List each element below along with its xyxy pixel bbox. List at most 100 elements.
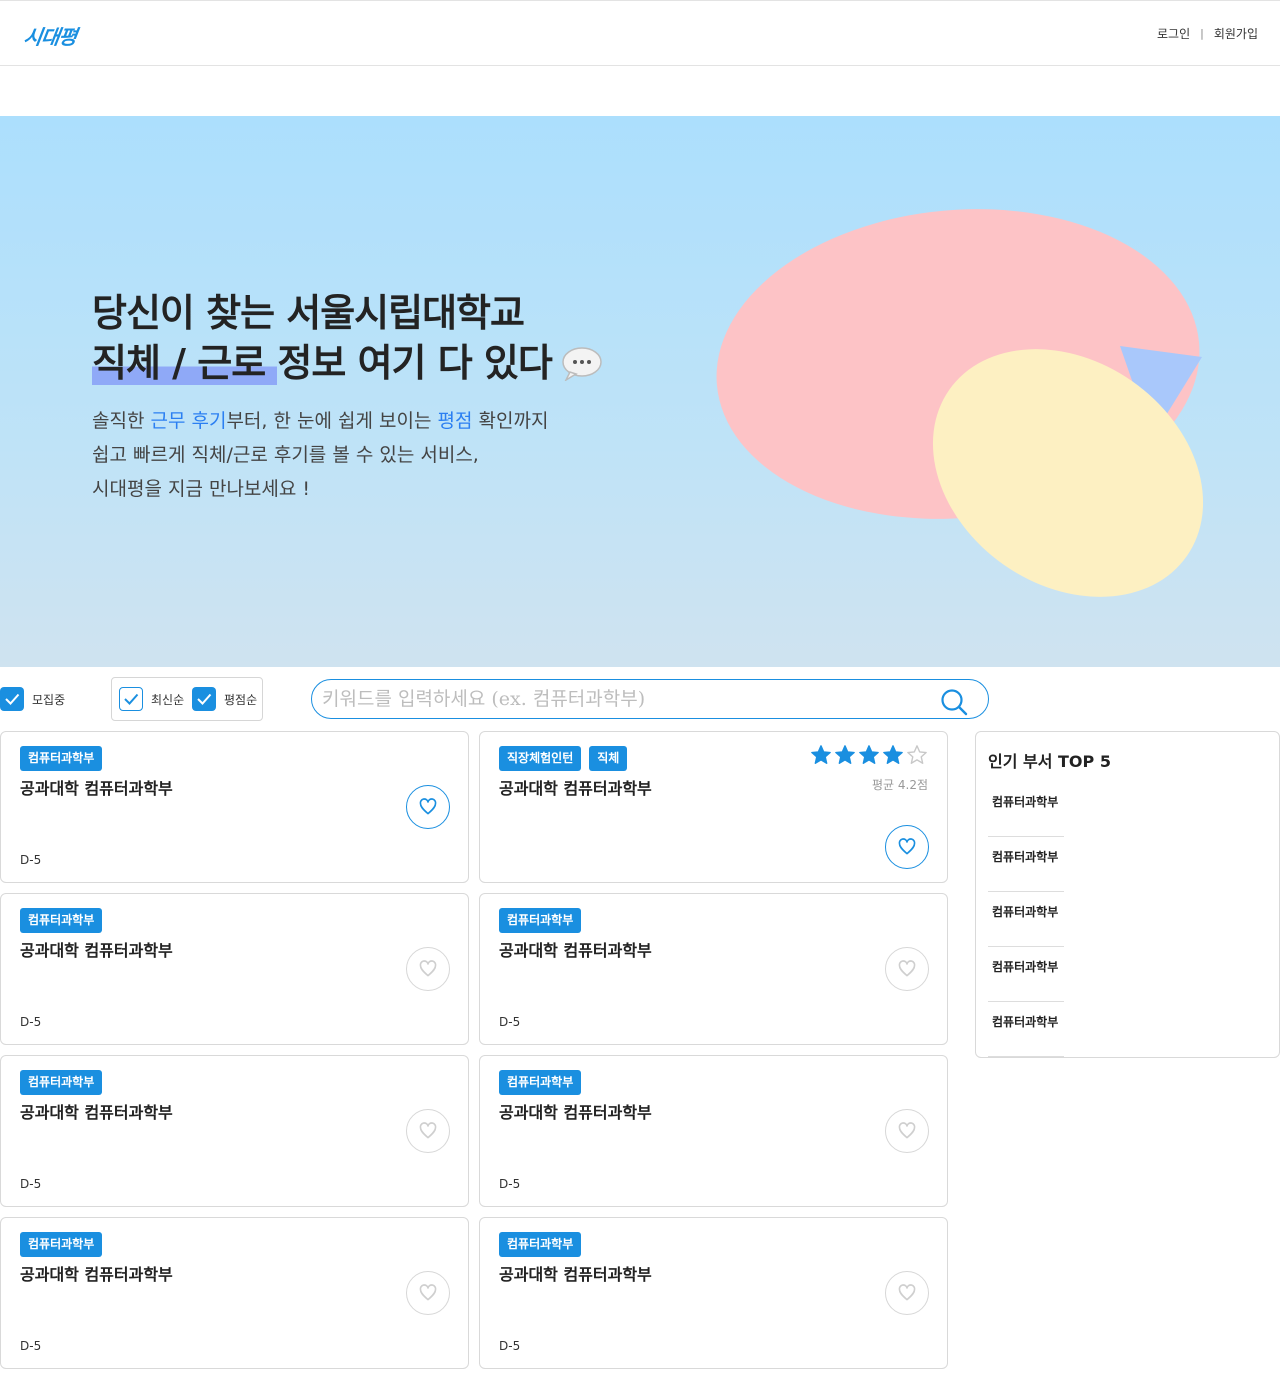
card-title: 공과대학 컴퓨터과학부	[20, 1265, 173, 1284]
like-button[interactable]	[885, 947, 929, 991]
search-bar	[311, 679, 989, 719]
card-dday: D-5	[20, 1015, 42, 1029]
checkbox-checked-icon[interactable]	[192, 687, 216, 711]
card-tags: 컴퓨터과학부	[20, 1232, 103, 1257]
rating-average: 평균 4.2점	[871, 778, 928, 792]
auth-links: 로그인 | 회원가입	[1157, 25, 1258, 42]
card-tag: 컴퓨터과학부	[20, 1232, 103, 1257]
heart-icon	[418, 1283, 438, 1303]
card-tag: 직체	[589, 746, 628, 771]
card-tag: 컴퓨터과학부	[499, 908, 582, 933]
card-title: 공과대학 컴퓨터과학부	[499, 1265, 652, 1284]
checkbox-checked-icon[interactable]	[119, 687, 143, 711]
signup-link[interactable]: 회원가입	[1214, 25, 1258, 42]
heart-icon	[418, 1121, 438, 1141]
like-button[interactable]	[406, 1271, 450, 1315]
heart-icon	[897, 1283, 917, 1303]
sort-latest[interactable]: 최신순	[119, 687, 184, 711]
card-tags: 컴퓨터과학부	[20, 908, 103, 933]
filter-recruiting-label: 모집중	[32, 692, 66, 707]
like-button[interactable]	[885, 1109, 929, 1153]
card-tags: 컴퓨터과학부	[499, 1070, 582, 1095]
popular-item[interactable]: 컴퓨터과학부	[988, 1002, 1064, 1057]
star-filled-icon	[834, 744, 856, 770]
card-dday: D-5	[499, 1339, 521, 1353]
card-tags: 컴퓨터과학부	[499, 908, 582, 933]
job-card[interactable]: 컴퓨터과학부공과대학 컴퓨터과학부 D-5	[479, 893, 948, 1045]
hero-title-line2: 직체 / 근로 정보 여기 다 있다	[92, 338, 602, 388]
like-button[interactable]	[406, 947, 450, 991]
sort-rating[interactable]: 평점순	[192, 687, 257, 711]
card-tags: 컴퓨터과학부	[499, 1232, 582, 1257]
popular-item[interactable]: 컴퓨터과학부	[988, 782, 1064, 837]
logo[interactable]: 시대평	[22, 21, 78, 50]
like-button[interactable]	[885, 825, 929, 869]
card-tag: 컴퓨터과학부	[499, 1070, 582, 1095]
auth-separator: |	[1200, 27, 1204, 40]
filter-recruiting[interactable]: 모집중	[0, 687, 65, 711]
popular-list: 컴퓨터과학부 컴퓨터과학부 컴퓨터과학부 컴퓨터과학부 컴퓨터과학부	[988, 782, 1064, 1057]
card-tags: 컴퓨터과학부	[20, 1070, 103, 1095]
job-card[interactable]: 컴퓨터과학부공과대학 컴퓨터과학부 D-5	[0, 1055, 469, 1207]
card-tag: 컴퓨터과학부	[499, 1232, 582, 1257]
like-button[interactable]	[406, 1109, 450, 1153]
sort-rating-label: 평점순	[224, 692, 258, 707]
card-title: 공과대학 컴퓨터과학부	[20, 779, 173, 798]
hero-banner: 당신이 찾는 서울시립대학교 직체 / 근로 정보 여기 다 있다 솔직한 근무…	[0, 116, 1280, 667]
card-title: 공과대학 컴퓨터과학부	[20, 1103, 173, 1122]
hero-desc-line3: 시대평을 지금 만나보세요 !	[92, 478, 311, 500]
heart-icon	[418, 797, 438, 817]
hero-title-rest: 정보 여기 다 있다	[277, 341, 552, 385]
card-dday: D-5	[20, 1177, 42, 1191]
hero-title-line1: 당신이 찾는 서울시립대학교	[92, 291, 525, 335]
job-card[interactable]: 컴퓨터과학부공과대학 컴퓨터과학부 D-5	[0, 731, 469, 883]
popular-item[interactable]: 컴퓨터과학부	[988, 837, 1064, 892]
hero-desc-line1: 솔직한 근무 후기부터, 한 눈에 쉽게 보이는 평점 확인까지	[92, 410, 549, 432]
top-header: 시대평 로그인 | 회원가입	[0, 0, 1280, 66]
hero-title-highlight: 직체 / 근로	[92, 341, 278, 385]
login-link[interactable]: 로그인	[1157, 25, 1190, 42]
hero-illustration	[716, 209, 1204, 597]
hero-title: 당신이 찾는 서울시립대학교 직체 / 근로 정보 여기 다 있다	[92, 288, 602, 388]
card-dday: D-5	[20, 1339, 42, 1353]
popular-item[interactable]: 컴퓨터과학부	[988, 947, 1064, 1002]
heart-icon	[418, 959, 438, 979]
heart-icon	[897, 837, 917, 857]
sort-group: 최신순 평점순	[111, 677, 263, 721]
rating-stars	[810, 744, 928, 770]
card-tags: 직장체험인턴 직체	[499, 746, 628, 771]
job-card[interactable]: 직장체험인턴 직체공과대학 컴퓨터과학부 평균 4.2점	[479, 731, 948, 883]
like-button[interactable]	[885, 1271, 929, 1315]
popular-item[interactable]: 컴퓨터과학부	[988, 892, 1064, 947]
heart-icon	[897, 1121, 917, 1141]
card-title: 공과대학 컴퓨터과학부	[499, 779, 652, 798]
star-empty-icon	[906, 744, 928, 770]
search-input[interactable]	[322, 688, 922, 710]
star-filled-icon	[810, 744, 832, 770]
hero-description: 솔직한 근무 후기부터, 한 눈에 쉽게 보이는 평점 확인까지 쉽고 빠르게 …	[92, 404, 548, 506]
popular-title: 인기 부서 TOP 5	[988, 752, 1111, 771]
checkbox-checked-icon[interactable]	[0, 687, 24, 711]
card-tags: 컴퓨터과학부	[20, 746, 103, 771]
heart-icon	[897, 959, 917, 979]
star-filled-icon	[882, 744, 904, 770]
card-tag: 컴퓨터과학부	[20, 908, 103, 933]
card-title: 공과대학 컴퓨터과학부	[499, 941, 652, 960]
search-icon[interactable]	[940, 688, 968, 716]
card-title: 공과대학 컴퓨터과학부	[20, 941, 173, 960]
card-tag: 컴퓨터과학부	[20, 1070, 103, 1095]
card-tag: 컴퓨터과학부	[20, 746, 103, 771]
job-card[interactable]: 컴퓨터과학부공과대학 컴퓨터과학부 D-5	[479, 1055, 948, 1207]
like-button[interactable]	[406, 785, 450, 829]
card-title: 공과대학 컴퓨터과학부	[499, 1103, 652, 1122]
card-dday: D-5	[20, 853, 42, 867]
star-filled-icon	[858, 744, 880, 770]
speech-bubble-icon	[562, 343, 602, 382]
card-tag: 직장체험인턴	[499, 746, 582, 771]
job-card[interactable]: 컴퓨터과학부공과대학 컴퓨터과학부 D-5	[0, 893, 469, 1045]
card-dday: D-5	[499, 1015, 521, 1029]
card-dday: D-5	[499, 1177, 521, 1191]
popular-departments-panel: 인기 부서 TOP 5 컴퓨터과학부 컴퓨터과학부 컴퓨터과학부 컴퓨터과학부 …	[975, 731, 1280, 1058]
job-card[interactable]: 컴퓨터과학부공과대학 컴퓨터과학부 D-5	[0, 1217, 469, 1369]
job-card[interactable]: 컴퓨터과학부공과대학 컴퓨터과학부 D-5	[479, 1217, 948, 1369]
